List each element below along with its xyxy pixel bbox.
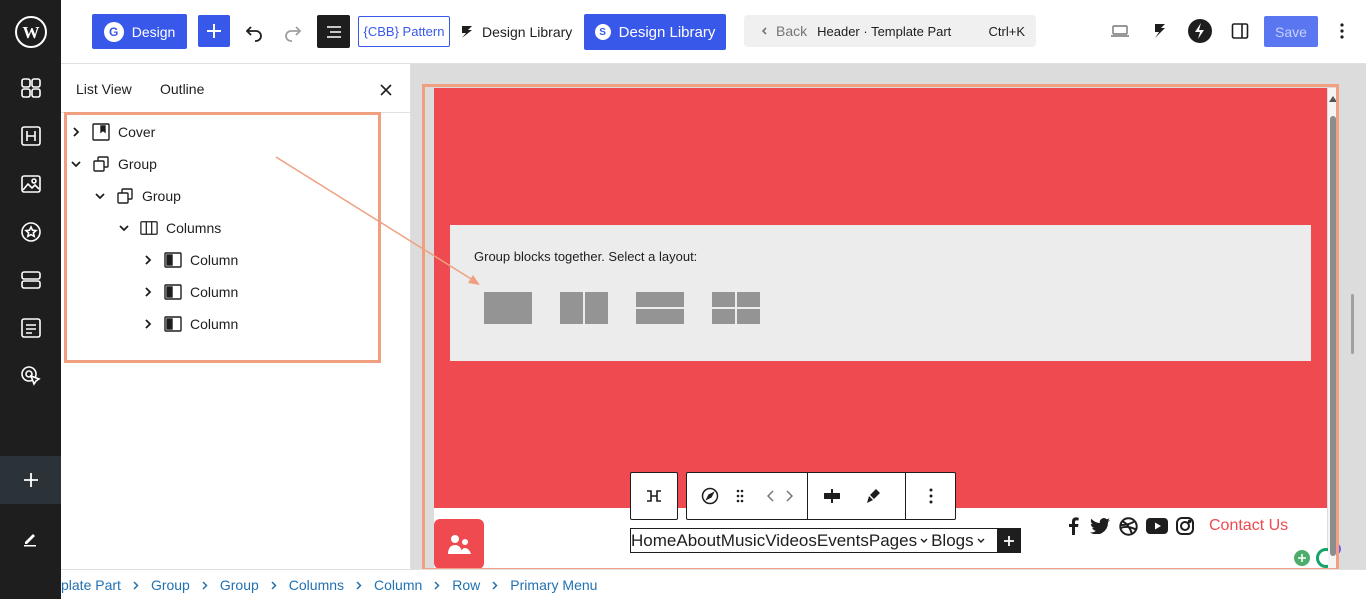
stackable-icon <box>1155 24 1165 38</box>
bolt-circle-icon <box>1188 19 1212 43</box>
breadcrumb-separator-icon <box>133 577 139 593</box>
breadcrumb-separator-icon <box>356 577 362 593</box>
edit-pencil-icon[interactable] <box>0 518 61 558</box>
block-breadcrumb: plate Part Group Group Columns Column Row Prim… <box>61 569 1366 599</box>
admin-sidebar: W <box>0 0 61 599</box>
list-view-button[interactable] <box>317 15 350 48</box>
block-inserter-button[interactable] <box>198 15 230 47</box>
chevron-left-icon <box>761 27 767 35</box>
breadcrumb-item[interactable]: Row <box>452 577 480 593</box>
breadcrumb-separator-icon <box>492 577 498 593</box>
close-panel-button[interactable] <box>375 79 397 101</box>
layout-rows-icon[interactable] <box>0 260 61 300</box>
design-library-label: Design Library <box>482 23 573 40</box>
page-scrollbar-thumb[interactable] <box>1351 294 1354 354</box>
list-view-panel: List View Outline Cover Group Group Columns… <box>61 64 411 569</box>
add-block-icon[interactable] <box>0 456 61 504</box>
undo-button[interactable] <box>238 16 270 48</box>
laptop-icon <box>1111 25 1129 37</box>
undo-icon <box>245 26 262 42</box>
cursor-click-icon[interactable] <box>0 356 61 396</box>
plus-icon <box>207 24 221 38</box>
tab-outline[interactable]: Outline <box>160 81 204 97</box>
list-view-icon <box>326 25 341 38</box>
cbb-pattern-button[interactable]: {CBB} Pattern <box>358 16 450 47</box>
document-title[interactable]: Header · Template Part <box>817 24 951 39</box>
options-menu-button[interactable] <box>1328 16 1356 46</box>
breadcrumb-separator-icon <box>202 577 208 593</box>
back-link[interactable]: Back <box>776 23 807 39</box>
svg-text:W: W <box>22 23 39 42</box>
save-button-label: Save <box>1275 23 1307 40</box>
design-logo-icon: G <box>103 21 124 42</box>
breadcrumb-item[interactable]: Primary Menu <box>510 577 597 593</box>
close-icon <box>380 84 392 96</box>
breadcrumb-item[interactable]: Column <box>374 577 422 593</box>
redo-button[interactable] <box>277 16 309 48</box>
design-button[interactable]: G Design <box>92 14 187 49</box>
settings-sidebar-button[interactable] <box>1225 16 1255 46</box>
more-vertical-icon <box>1340 23 1344 39</box>
breadcrumb-item[interactable]: Group <box>151 577 190 593</box>
heading-block-icon[interactable] <box>0 116 61 156</box>
save-button[interactable]: Save <box>1264 16 1318 47</box>
bolt-button[interactable] <box>1185 16 1215 46</box>
wordpress-logo-icon[interactable]: W <box>0 12 61 52</box>
image-icon[interactable] <box>0 164 61 204</box>
breadcrumb-item[interactable]: Group <box>220 577 259 593</box>
stackable-bolt-icon: S <box>594 24 611 40</box>
star-badge-icon[interactable] <box>0 212 61 252</box>
tab-list-view[interactable]: List View <box>76 81 132 97</box>
breadcrumb-item[interactable]: Columns <box>289 577 344 593</box>
document-bar[interactable]: Back Header · Template Part Ctrl+K <box>744 15 1036 47</box>
breadcrumb-separator-icon <box>271 577 277 593</box>
highlight-box <box>64 112 381 363</box>
stackable-logo-icon <box>462 25 472 38</box>
breadcrumb-item[interactable]: plate Part <box>61 577 121 593</box>
sidebar-toggle-icon <box>1231 23 1249 39</box>
command-shortcut: Ctrl+K <box>988 23 1025 39</box>
form-icon[interactable] <box>0 308 61 348</box>
design-library-primary-button[interactable]: S Design Library <box>584 14 726 50</box>
design-library-primary-label: Design Library <box>618 23 716 41</box>
editor-toolbar: G Design {CBB} Pattern Design Library S … <box>61 0 1366 64</box>
design-button-label: Design <box>131 23 176 40</box>
editor-canvas: Group blocks together. Select a layout: <box>411 64 1366 571</box>
highlight-frame <box>422 84 1339 571</box>
device-preview-button[interactable] <box>1105 16 1135 46</box>
cbb-pattern-label: {CBB} Pattern <box>363 24 445 39</box>
stackable-settings-button[interactable] <box>1145 16 1175 46</box>
design-library-button[interactable]: Design Library <box>459 16 573 47</box>
breadcrumb-separator-icon <box>434 577 440 593</box>
patterns-icon[interactable] <box>0 68 61 108</box>
redo-icon <box>285 26 302 42</box>
